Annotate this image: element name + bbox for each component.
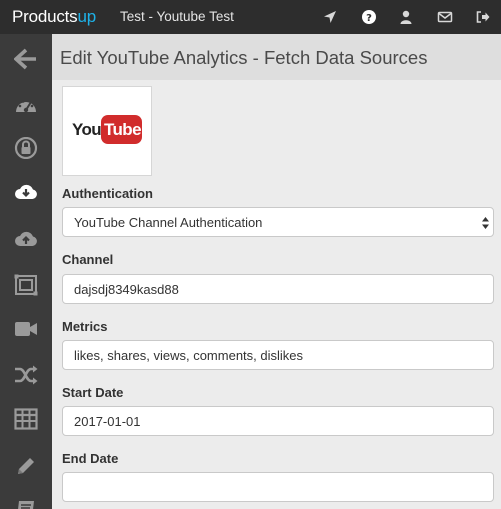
authentication-label: Authentication [62, 186, 153, 201]
youtube-logo-you: You [72, 120, 102, 139]
channel-label: Channel [62, 252, 114, 267]
authentication-select[interactable]: YouTube Channel Authentication [62, 207, 494, 237]
brand-name: Products [12, 7, 78, 26]
sidebar [0, 34, 52, 509]
authentication-selected-value: YouTube Channel Authentication [74, 215, 263, 230]
start-date-input[interactable]: 2017-01-01 [62, 406, 494, 436]
video-camera-icon[interactable] [0, 306, 52, 352]
book-icon[interactable] [0, 486, 52, 509]
lock-icon[interactable] [0, 125, 52, 171]
project-title: Test - Youtube Test [120, 9, 234, 24]
user-icon[interactable] [398, 9, 414, 25]
cloud-download-icon[interactable] [0, 169, 52, 215]
channel-input[interactable]: dajsdj8349kasd88 [62, 274, 494, 304]
start-date-label: Start Date [62, 385, 124, 400]
svg-text:?: ? [366, 13, 372, 24]
layers-icon[interactable] [0, 262, 52, 308]
end-date-label: End Date [62, 451, 119, 466]
shuffle-icon[interactable] [0, 352, 52, 398]
brand-accent: up [77, 7, 97, 26]
youtube-logo-tube-box: Tube [101, 115, 142, 144]
select-arrows-icon [482, 217, 489, 229]
youtube-logo-tube: Tube [104, 120, 142, 139]
page-title: Edit YouTube Analytics - Fetch Data Sour… [60, 47, 428, 68]
table-icon[interactable] [0, 396, 52, 442]
back-arrow-icon[interactable] [0, 36, 52, 82]
pencil-icon[interactable] [0, 442, 52, 488]
end-date-input[interactable] [62, 472, 494, 502]
page-header: Edit YouTube Analytics - Fetch Data Sour… [52, 34, 501, 80]
help-icon[interactable]: ? [361, 9, 377, 25]
main-content: Edit YouTube Analytics - Fetch Data Sour… [52, 34, 501, 509]
youtube-logo: You Tube [62, 86, 152, 176]
metrics-input[interactable]: likes, shares, views, comments, dislikes [62, 340, 494, 370]
cloud-upload-icon[interactable] [0, 216, 52, 262]
brand-logo[interactable]: Productsup [12, 7, 96, 27]
metrics-label: Metrics [62, 319, 108, 334]
navigate-icon[interactable] [322, 9, 338, 25]
dashboard-icon[interactable] [0, 82, 52, 128]
mail-icon[interactable] [437, 9, 453, 25]
top-bar: Productsup Test - Youtube Test ? [0, 0, 501, 34]
logout-icon[interactable] [475, 9, 491, 25]
